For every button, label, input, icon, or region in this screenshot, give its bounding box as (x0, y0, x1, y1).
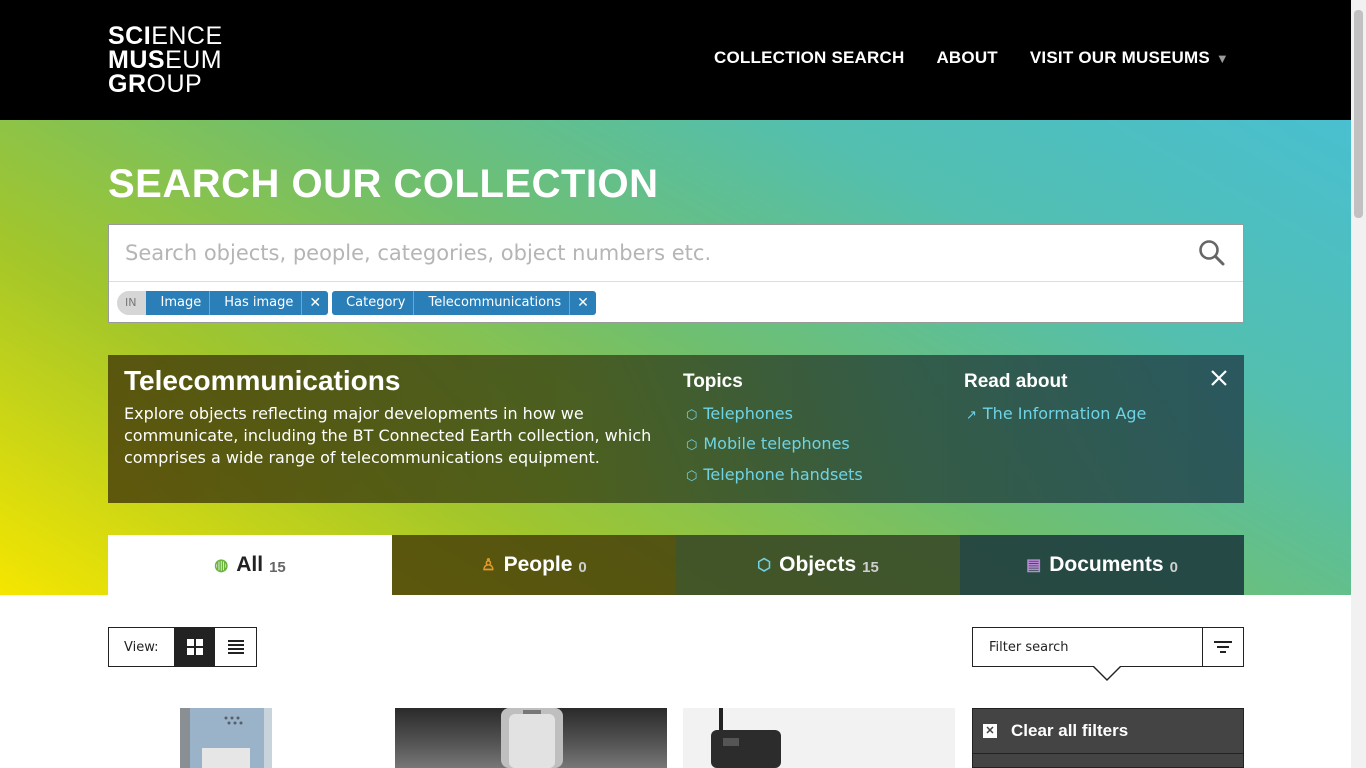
filter-icon (1214, 641, 1232, 653)
cube-icon: ⬡ (686, 438, 698, 453)
divider (109, 281, 1243, 282)
tab-objects[interactable]: ⬡ Objects 15 (676, 535, 960, 595)
mobile-phone-image (180, 708, 272, 768)
document-icon: ▤ (1026, 557, 1042, 574)
cube-icon: ⬡ (757, 557, 772, 574)
topic-label: Telephone handsets (703, 465, 863, 484)
tab-documents[interactable]: ▤ Documents 0 (960, 535, 1244, 595)
clear-all-label: Clear all filters (1011, 721, 1129, 740)
list-icon (227, 640, 244, 654)
site-header: SCIENCE MUSEUM GROUP COLLECTION SEARCH A… (0, 0, 1351, 120)
topic-link-telephones[interactable]: ⬡ Telephones (686, 404, 793, 423)
filter-chip-name: Category (332, 291, 414, 315)
filter-toggle-button[interactable] (1202, 628, 1243, 666)
result-type-tabs: ◍ All 15 ♙ People 0 ⬡ Objects 15 ▤ Docum… (108, 535, 1244, 595)
tab-people[interactable]: ♙ People 0 (392, 535, 676, 595)
mobile-phone-image (501, 708, 563, 768)
main-nav: COLLECTION SEARCH ABOUT VISIT OUR MUSEUM… (714, 48, 1229, 68)
globe-icon: ◍ (214, 557, 229, 574)
view-label: View: (124, 639, 159, 655)
filter-chip-value: Telecommunications (413, 291, 570, 315)
logo-line: GROUP (108, 70, 203, 98)
tab-label: All (236, 553, 264, 576)
active-filters: IN Image Has image ✕ Category Telecommun… (117, 290, 596, 316)
read-link-information-age[interactable]: ↗ The Information Age (966, 404, 1146, 423)
filter-search (972, 627, 1244, 667)
grid-icon (186, 639, 203, 655)
search-input[interactable] (109, 225, 1189, 281)
radio-handset-image (711, 708, 781, 768)
result-card-image[interactable] (683, 708, 955, 768)
category-title: Telecommunications (124, 365, 401, 396)
external-link-icon: ↗ (966, 408, 977, 423)
logo-line: SCIENCE (108, 22, 223, 50)
read-about-heading: Read about (964, 371, 1068, 392)
filter-search-input[interactable] (973, 628, 1203, 666)
close-icon[interactable] (1210, 369, 1228, 387)
in-label: IN (117, 291, 147, 315)
search-icon[interactable] (1197, 238, 1227, 268)
tab-count: 0 (1169, 558, 1178, 576)
filter-chip-value: Has image (209, 291, 302, 315)
search-box: IN Image Has image ✕ Category Telecommun… (108, 224, 1244, 323)
page-title: SEARCH OUR COLLECTION (108, 162, 659, 206)
close-icon: ✕ (983, 724, 997, 738)
remove-filter-icon[interactable]: ✕ (569, 291, 596, 315)
chevron-down-icon: ▼ (1215, 51, 1229, 66)
read-label: The Information Age (982, 404, 1147, 423)
tab-label: People (503, 553, 573, 576)
tab-count: 15 (269, 558, 286, 576)
nav-about[interactable]: ABOUT (936, 48, 997, 68)
tab-label: Documents (1049, 553, 1164, 576)
tab-label: Objects (779, 553, 857, 576)
dropdown-pointer-inner (1094, 666, 1120, 679)
nav-visit-label: VISIT OUR MUSEUMS (1029, 48, 1210, 67)
scrollbar-thumb[interactable] (1354, 10, 1363, 218)
nav-collection-search[interactable]: COLLECTION SEARCH (714, 48, 904, 68)
list-view-button[interactable] (215, 628, 256, 666)
view-switcher: View: (108, 627, 257, 667)
result-card-image[interactable] (395, 708, 667, 768)
filters-panel: ✕ Clear all filters (972, 708, 1244, 768)
topic-label: Mobile telephones (703, 434, 850, 453)
logo-line: MUSEUM (108, 46, 223, 74)
nav-visit-our-museums[interactable]: VISIT OUR MUSEUMS ▼ (1030, 48, 1229, 68)
clear-all-filters-button[interactable]: ✕ Clear all filters (973, 709, 1243, 754)
topics-heading: Topics (683, 371, 743, 392)
topic-link-mobile-telephones[interactable]: ⬡ Mobile telephones (686, 434, 850, 453)
cube-icon: ⬡ (686, 408, 698, 423)
tab-all[interactable]: ◍ All 15 (108, 535, 392, 595)
tab-count: 15 (862, 558, 879, 576)
search-hero: SEARCH OUR COLLECTION IN Image Has image… (0, 120, 1351, 595)
category-info-panel: Telecommunications Explore objects refle… (108, 355, 1244, 503)
grid-view-button[interactable] (174, 628, 215, 666)
remove-filter-icon[interactable]: ✕ (301, 291, 329, 315)
topic-link-telephone-handsets[interactable]: ⬡ Telephone handsets (686, 465, 863, 484)
page-scrollbar[interactable] (1351, 0, 1366, 768)
result-card-image[interactable] (108, 708, 380, 768)
tab-count: 0 (578, 558, 587, 576)
science-museum-group-logo[interactable]: SCIENCE MUSEUM GROUP (108, 22, 228, 98)
cube-icon: ⬡ (686, 469, 698, 484)
topic-label: Telephones (703, 404, 793, 423)
person-icon: ♙ (481, 557, 496, 574)
category-description: Explore objects reflecting major develop… (124, 404, 652, 467)
filter-chip-name: Image (146, 291, 210, 315)
